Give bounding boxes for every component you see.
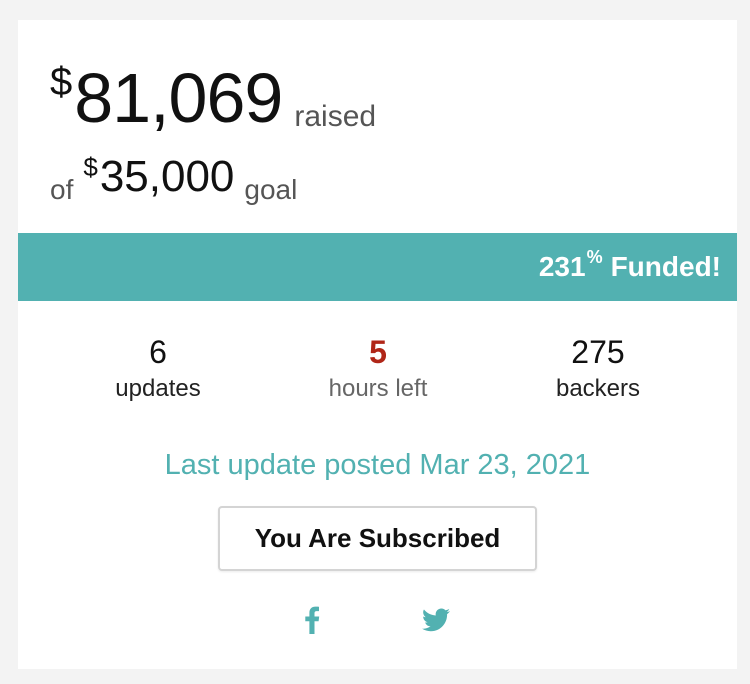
- backers-count: 275: [571, 334, 625, 370]
- stat-hours-left: 5 hours left: [268, 330, 488, 404]
- funded-label: Funded!: [610, 251, 721, 282]
- funding-progress-bar: 231 % Funded!: [18, 233, 737, 301]
- percent-symbol: %: [586, 246, 603, 267]
- hours-left-count: 5: [369, 334, 387, 370]
- updates-label: updates: [115, 375, 201, 402]
- goal-label: goal: [244, 174, 298, 205]
- goal-prefix: of: [50, 174, 74, 205]
- percent-funded-value: 231: [538, 251, 586, 282]
- goal-currency-symbol: $: [83, 152, 98, 182]
- updates-count: 6: [149, 334, 167, 370]
- facebook-share-button[interactable]: [294, 602, 330, 638]
- raised-currency-symbol: $: [50, 60, 73, 104]
- raised-amount: 81,069: [74, 59, 283, 137]
- twitter-share-button[interactable]: [418, 602, 454, 638]
- twitter-icon: [422, 608, 450, 632]
- funded-percentage-label: 231 % Funded!: [539, 233, 721, 301]
- goal-row: of $ 35,000 goal: [50, 152, 297, 204]
- campaign-stats: 6 updates 5 hours left 275 backers: [48, 330, 708, 404]
- last-update-link[interactable]: Last update posted Mar 23, 2021: [18, 445, 737, 485]
- hours-left-label: hours left: [328, 375, 428, 402]
- stat-updates[interactable]: 6 updates: [48, 330, 268, 404]
- facebook-icon: [305, 606, 320, 634]
- stat-backers[interactable]: 275 backers: [488, 330, 708, 404]
- subscribe-button[interactable]: You Are Subscribed: [218, 506, 537, 571]
- backers-label: backers: [555, 375, 641, 402]
- funding-card: $ 81,069 raised of $ 35,000 goal 231 % F…: [18, 20, 737, 669]
- raised-label: raised: [294, 100, 377, 133]
- raised-amount-row: $ 81,069 raised: [50, 60, 376, 136]
- goal-amount: 35,000: [99, 152, 235, 201]
